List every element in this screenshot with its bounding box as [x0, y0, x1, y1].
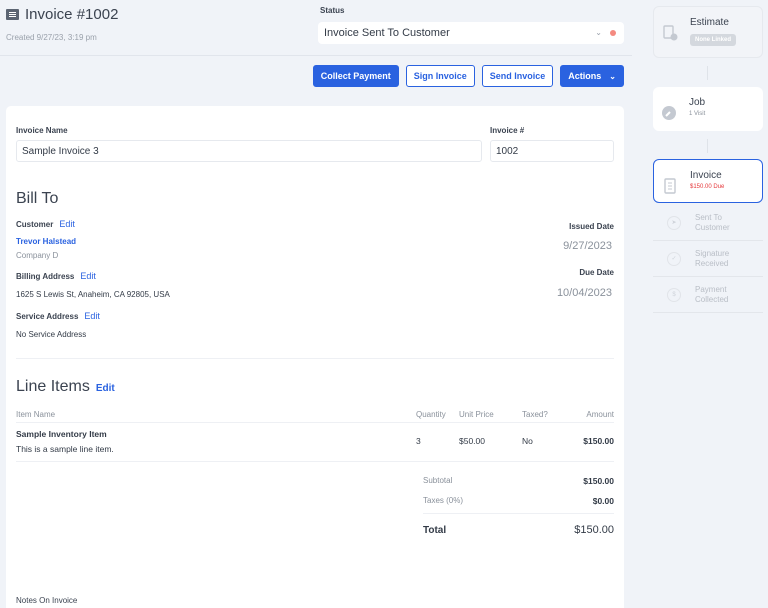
item-unit-price: $50.00: [459, 436, 485, 446]
item-name: Sample Inventory Item: [16, 429, 107, 439]
connector-line: [707, 66, 708, 80]
invoice-number-label: Invoice #: [490, 126, 525, 135]
invoice-name-label: Invoice Name: [16, 126, 68, 135]
issued-date-label: Issued Date: [569, 222, 614, 231]
invoice-step[interactable]: Invoice $150.00 Due: [653, 159, 763, 203]
item-description: This is a sample line item.: [16, 444, 114, 454]
customer-name-link[interactable]: Trevor Halstead: [16, 237, 76, 246]
none-linked-badge: None Linked: [690, 34, 737, 46]
workflow-sidebar: Estimate None Linked Job 1 Visit Invoice…: [640, 0, 768, 608]
table-header-divider: [16, 422, 614, 423]
substep-sent: ➤ Sent To Customer: [653, 205, 763, 241]
actions-label: Actions: [568, 71, 602, 81]
row-divider: [16, 461, 614, 462]
sign-invoice-button[interactable]: Sign Invoice: [405, 65, 475, 87]
taxes-label: Taxes (0%): [423, 496, 464, 505]
total-label: Total: [423, 525, 447, 536]
total-value: $150.00: [574, 524, 614, 536]
substep-label: Payment Collected: [695, 284, 729, 304]
signature-icon: ✓: [667, 251, 681, 266]
service-edit-link[interactable]: Edit: [84, 311, 100, 321]
chevron-down-icon: ⌄: [595, 28, 602, 37]
item-amount: $150.00: [583, 436, 614, 446]
page-title: Invoice #1002: [25, 6, 119, 23]
billing-edit-link[interactable]: Edit: [80, 271, 96, 281]
subtotal-label: Subtotal: [423, 476, 453, 485]
invoice-number-input[interactable]: 1002: [490, 140, 614, 162]
send-icon: ➤: [667, 215, 681, 230]
totals-divider: [423, 513, 614, 514]
chevron-down-icon: ⌄: [609, 71, 616, 81]
main-content: Invoice #1002 Created 9/27/23, 3:19 pm S…: [0, 0, 640, 608]
billing-label-text: Billing Address: [16, 272, 75, 281]
created-timestamp: Created 9/27/23, 3:19 pm: [6, 33, 97, 42]
substep-payment: $ Payment Collected: [653, 277, 763, 313]
notes-label: Notes On Invoice: [16, 596, 78, 605]
job-step[interactable]: Job 1 Visit: [653, 87, 763, 131]
taxes-value: $0.00: [592, 496, 614, 506]
status-dot-icon: [610, 30, 616, 36]
customer-label-text: Customer: [16, 220, 54, 229]
job-title: Job: [689, 97, 706, 108]
customer-label: Customer Edit: [16, 219, 75, 229]
column-quantity: Quantity: [416, 410, 446, 419]
connector-line: [707, 139, 708, 153]
estimate-icon: [663, 25, 678, 41]
due-date-label: Due Date: [579, 268, 614, 277]
invoice-title: Invoice: [690, 170, 722, 181]
bill-to-heading: Bill To: [16, 190, 59, 207]
service-label-text: Service Address: [16, 312, 79, 321]
billing-address-label: Billing Address Edit: [16, 271, 96, 281]
invoice-due: $150.00 Due: [690, 184, 725, 190]
subtotal-value: $150.00: [583, 476, 614, 486]
column-taxed: Taxed?: [522, 410, 548, 419]
billing-address: 1625 S Lewis St, Anaheim, CA 92805, USA: [16, 290, 170, 299]
service-address: No Service Address: [16, 330, 87, 339]
collect-payment-button[interactable]: Collect Payment: [312, 65, 399, 87]
estimate-title: Estimate: [690, 17, 729, 28]
substep-signature: ✓ Signature Received: [653, 241, 763, 277]
column-item-name: Item Name: [16, 410, 56, 419]
substep-label: Sent To Customer: [695, 212, 730, 232]
estimate-step[interactable]: Estimate None Linked: [653, 6, 763, 58]
action-buttons: Collect Payment Sign Invoice Send Invoic…: [312, 65, 624, 87]
status-select[interactable]: Invoice Sent To Customer ⌄: [318, 22, 624, 44]
invoice-name-input[interactable]: Sample Invoice 3: [16, 140, 482, 162]
send-invoice-button[interactable]: Send Invoice: [481, 65, 554, 87]
status-label: Status: [320, 6, 345, 15]
invoice-card: Invoice Name Sample Invoice 3 Invoice # …: [6, 106, 624, 608]
issued-date: 9/27/2023: [563, 240, 612, 252]
money-bag-icon: $: [667, 287, 681, 302]
due-date: 10/04/2023: [556, 287, 612, 299]
actions-dropdown-button[interactable]: Actions ⌄: [560, 65, 624, 87]
status-value: Invoice Sent To Customer: [324, 27, 450, 39]
job-visits: 1 Visit: [689, 111, 706, 117]
section-divider: [16, 358, 614, 359]
wrench-icon: [662, 106, 676, 120]
substep-label: Signature Received: [695, 248, 730, 268]
title-row: Invoice #1002: [6, 6, 118, 23]
invoice-icon: [6, 9, 19, 20]
customer-edit-link[interactable]: Edit: [59, 219, 75, 229]
company-name: Company D: [16, 251, 59, 260]
column-unit-price: Unit Price: [459, 410, 494, 419]
item-taxed: No: [522, 436, 533, 446]
line-items-title: Line Items: [16, 378, 90, 395]
service-address-label: Service Address Edit: [16, 311, 100, 321]
line-items-heading: Line Items Edit: [16, 378, 115, 396]
line-items-edit-link[interactable]: Edit: [96, 383, 115, 394]
invoice-doc-icon: [664, 178, 676, 194]
page: Invoice #1002 Created 9/27/23, 3:19 pm S…: [0, 0, 768, 608]
item-quantity: 3: [416, 436, 421, 446]
header: Invoice #1002 Created 9/27/23, 3:19 pm S…: [0, 0, 632, 56]
column-amount: Amount: [586, 410, 614, 419]
